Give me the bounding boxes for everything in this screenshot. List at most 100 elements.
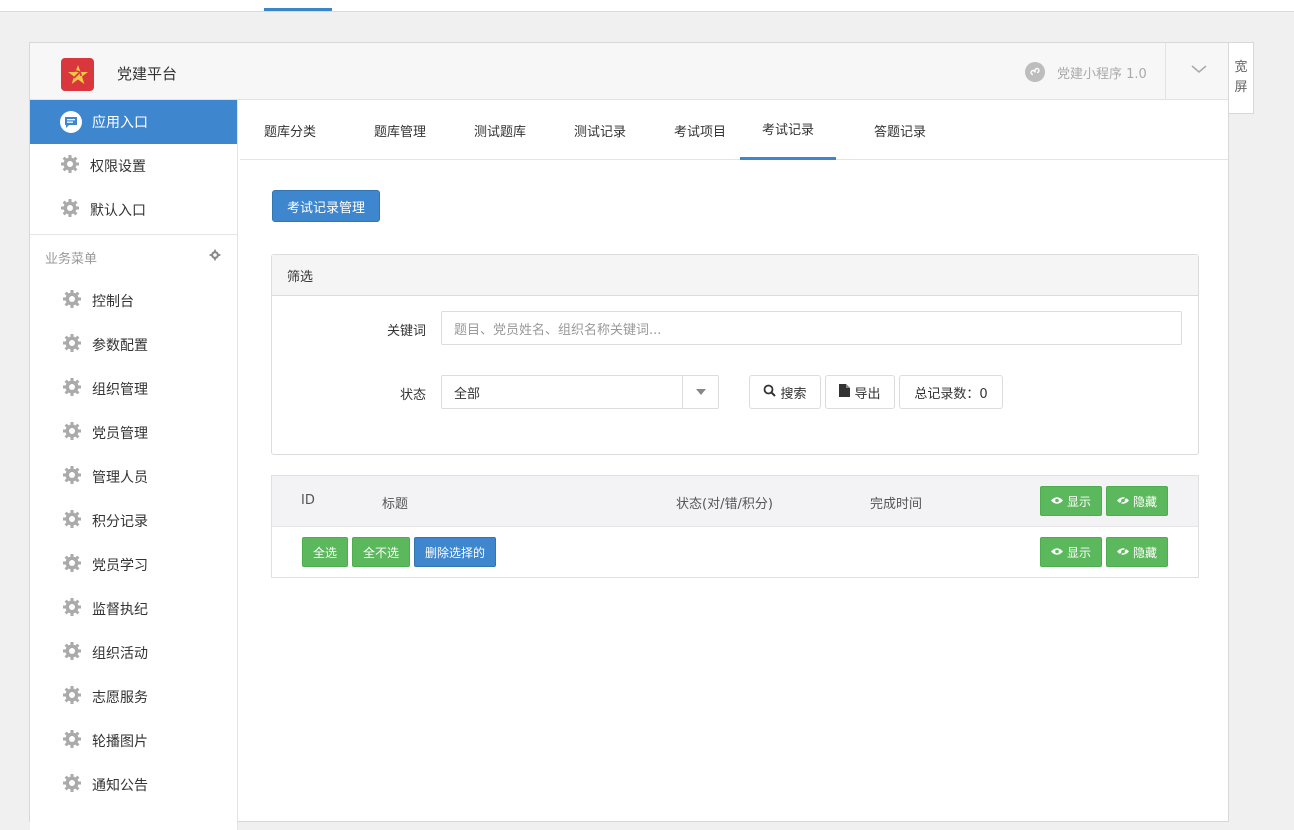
chat-bubble-icon	[60, 111, 82, 133]
sidebar-item-business[interactable]: 志愿服务	[30, 675, 237, 719]
select-all-button[interactable]: 全选	[302, 537, 348, 567]
tab-4[interactable]: 考试项目	[650, 100, 750, 160]
brand-title: 党建平台	[117, 65, 178, 83]
status-select[interactable]: 全部	[441, 375, 719, 409]
sidebar-item-business[interactable]: 监督执纪	[30, 587, 237, 631]
gear-icon	[62, 685, 82, 709]
wide-screen-label-2: 屏	[1234, 80, 1248, 95]
sidebar-item-label: 管理人员	[92, 470, 148, 486]
caret-down-icon[interactable]	[682, 376, 718, 408]
hide-button[interactable]: 隐藏	[1106, 486, 1168, 516]
search-button[interactable]: 搜索	[749, 375, 821, 409]
sidebar-item-business[interactable]: 组织管理	[30, 367, 237, 411]
sidebar-item-label: 权限设置	[90, 159, 146, 175]
sidebar-item-label: 应用入口	[92, 115, 148, 131]
mini-program-label: 党建小程序 1.0	[1025, 62, 1147, 82]
exam-record-manage-button[interactable]: 考试记录管理	[272, 190, 380, 222]
sidebar-item-label: 轮播图片	[92, 734, 148, 750]
tab-1[interactable]: 题库管理	[350, 100, 450, 160]
eye-icon	[1050, 545, 1063, 559]
sidebar-item-label: 通知公告	[92, 778, 148, 794]
sidebar-item-label: 组织管理	[92, 382, 148, 398]
col-status: 状态(对/错/积分)	[676, 497, 773, 512]
mini-program-icon	[1025, 62, 1045, 82]
sidebar-item-business[interactable]: 党员管理	[30, 411, 237, 455]
sidebar-item-label: 控制台	[92, 294, 134, 310]
sidebar-item-app-entry[interactable]: 应用入口	[30, 100, 237, 144]
show-button[interactable]: 显示	[1040, 486, 1102, 516]
col-title: 标题	[382, 497, 409, 512]
sidebar-item-permissions[interactable]: 权限设置	[30, 144, 237, 188]
select-none-button[interactable]: 全不选	[352, 537, 410, 567]
sidebar-section-title: 业务菜单	[45, 251, 98, 267]
main-content: 题库分类 题库管理 测试题库 测试记录 考试项目 考试记录 答题记录 考试记录管理 筛选 关…	[240, 100, 1228, 830]
show-button[interactable]: 显示	[1040, 537, 1102, 567]
gear-icon	[62, 773, 82, 797]
gear-icon	[62, 729, 82, 753]
show-button-label: 显示	[1066, 545, 1091, 560]
export-button-label: 导出	[854, 386, 881, 402]
business-menu: 控制台参数配置组织管理党员管理管理人员积分记录党员学习监督执纪组织活动志愿服务轮…	[30, 279, 237, 807]
export-button[interactable]: 导出	[825, 375, 895, 409]
sidebar-item-label: 默认入口	[90, 203, 146, 219]
app-name: 党建小程序 1.0	[1057, 66, 1147, 82]
sidebar-item-business[interactable]: 党员学习	[30, 543, 237, 587]
sidebar-item-label: 党员学习	[92, 558, 148, 574]
gear-icon	[62, 465, 82, 489]
wide-screen-toggle[interactable]: 宽 屏	[1228, 42, 1254, 114]
hide-button-label: 隐藏	[1132, 545, 1157, 560]
section-settings-gear-icon[interactable]	[209, 249, 221, 265]
gear-icon	[62, 377, 82, 401]
sidebar-item-default-entry[interactable]: 默认入口	[30, 188, 237, 232]
search-button-label: 搜索	[780, 386, 807, 402]
search-icon	[763, 384, 777, 401]
hide-button[interactable]: 隐藏	[1106, 537, 1168, 567]
records-table: ID 标题 状态(对/错/积分) 完成时间 显示 隐藏 全选 全不选 删除选择的…	[271, 475, 1199, 578]
sidebar-item-business[interactable]: 通知公告	[30, 763, 237, 807]
sidebar-item-label: 参数配置	[92, 338, 148, 354]
sidebar-section-header: 业务菜单	[30, 235, 237, 279]
filter-title: 筛选	[272, 255, 1198, 296]
col-finish-time: 完成时间	[870, 497, 923, 512]
sidebar-item-business[interactable]: 组织活动	[30, 631, 237, 675]
eye-icon	[1050, 494, 1063, 508]
sidebar-item-business[interactable]: 管理人员	[30, 455, 237, 499]
gear-icon	[62, 333, 82, 357]
tab-0[interactable]: 题库分类	[240, 100, 340, 160]
chevron-down-icon[interactable]	[1190, 63, 1208, 79]
header: 党建平台 党建小程序 1.0	[30, 43, 1228, 100]
app-frame: 党建平台 党建小程序 1.0 应用入口 权限设置 默认入口 业务菜单 控制台 参…	[29, 42, 1229, 830]
tab-5[interactable]: 考试记录	[740, 100, 836, 160]
sidebar-item-label: 志愿服务	[92, 690, 148, 706]
filter-panel: 筛选 关键词 题目、党员姓名、组织名称关键词... 状态 全部 搜索 导出 总记…	[271, 254, 1199, 455]
sidebar-item-business[interactable]: 参数配置	[30, 323, 237, 367]
sidebar-item-label: 党员管理	[92, 426, 148, 442]
gear-icon	[62, 289, 82, 313]
col-id: ID	[301, 493, 315, 508]
header-divider	[1165, 43, 1166, 100]
sidebar-item-label: 积分记录	[92, 514, 148, 530]
party-logo-icon	[61, 58, 94, 91]
file-icon	[839, 383, 851, 401]
sidebar-item-business[interactable]: 轮播图片	[30, 719, 237, 763]
sidebar-item-business[interactable]: 控制台	[30, 279, 237, 323]
eye-slash-icon	[1116, 494, 1129, 508]
sidebar-item-label: 组织活动	[92, 646, 148, 662]
eye-slash-icon	[1116, 545, 1129, 559]
delete-selected-button[interactable]: 删除选择的	[414, 537, 496, 567]
gear-icon	[62, 421, 82, 445]
status-label: 状态	[399, 388, 426, 403]
tab-3[interactable]: 测试记录	[550, 100, 650, 160]
show-button-label: 显示	[1066, 494, 1091, 509]
gear-icon	[60, 154, 80, 178]
tab-2[interactable]: 测试题库	[450, 100, 550, 160]
table-header: ID 标题 状态(对/错/积分) 完成时间 显示 隐藏	[272, 476, 1198, 527]
gear-icon	[62, 509, 82, 533]
keyword-label: 关键词	[386, 324, 426, 339]
sidebar-item-business[interactable]: 积分记录	[30, 499, 237, 543]
keyword-input[interactable]: 题目、党员姓名、组织名称关键词...	[441, 311, 1182, 345]
sidebar-item-label: 监督执纪	[92, 602, 148, 618]
gear-icon	[60, 198, 80, 222]
tab-6[interactable]: 答题记录	[850, 100, 950, 160]
gear-icon	[62, 597, 82, 621]
